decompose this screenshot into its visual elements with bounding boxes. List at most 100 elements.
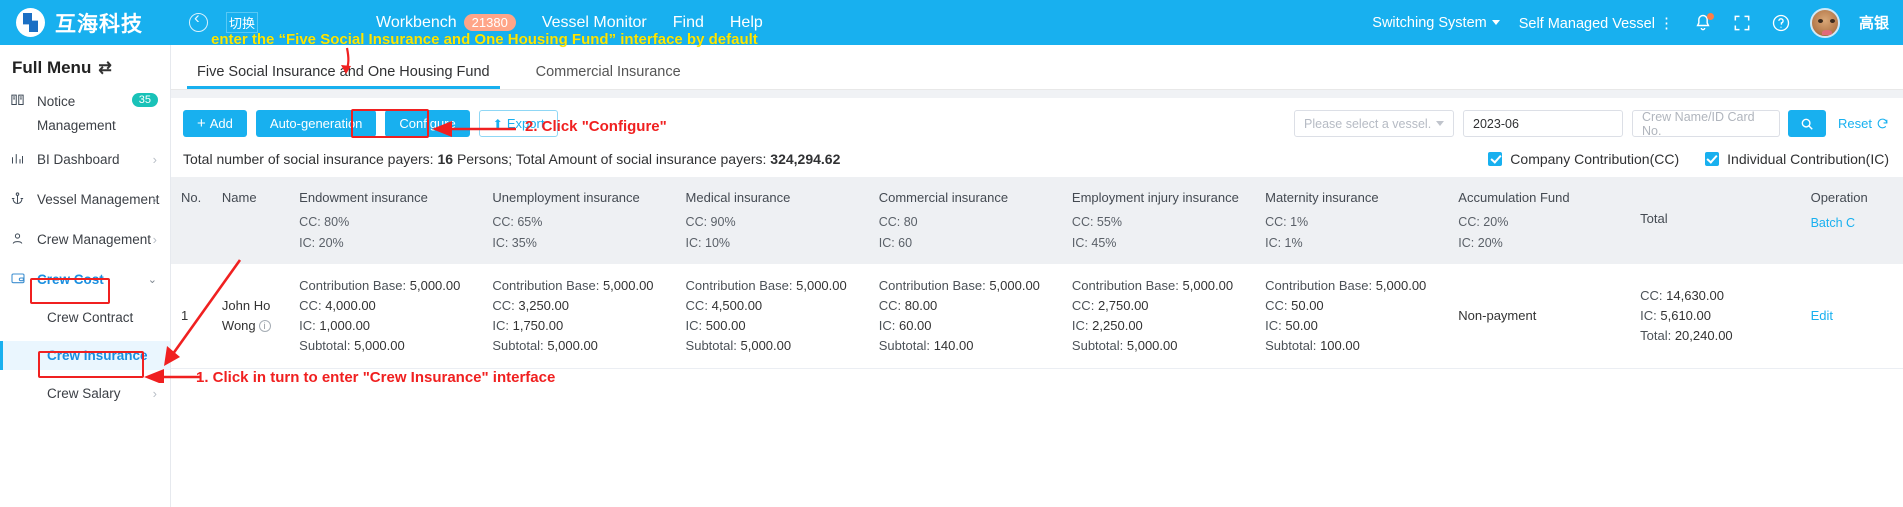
tab-commercial-insurance[interactable]: Commercial Insurance [532,64,685,89]
batch-configure-link[interactable]: Batch C [1811,216,1855,230]
summary-bar: Total number of social insurance payers:… [171,137,1903,177]
avatar[interactable] [1809,7,1840,38]
col-maternity-ic: IC: 1% [1265,236,1303,250]
brand-logo[interactable]: 互海科技 [16,8,143,38]
col-injury-ic: IC: 45% [1071,236,1117,250]
col-operation: Operation Batch C [1801,177,1903,264]
sidebar-item-crew-management[interactable]: Crew Management › [0,225,170,254]
col-fund-ic: IC: 20% [1458,236,1503,250]
sidebar-item-crew-contract[interactable]: Crew Contract [0,303,170,332]
back-arrow-icon[interactable] [189,8,208,32]
vessel-select[interactable]: Please select a vessel. [1294,110,1455,137]
logo-icon [16,8,45,37]
edit-link[interactable]: Edit [1811,308,1833,323]
date-input[interactable]: 2023-06 [1463,110,1624,137]
app-root: 互海科技 切换 Workbench 21380 Vessel Monitor Fi… [0,0,1903,507]
toolbar: + Add Auto-generation Configure ⬆ Export… [171,98,1903,138]
sidebar-label-crew-contract: Crew Contract [47,310,134,325]
anchor-icon [10,191,30,209]
tab-five-social-insurance[interactable]: Five Social Insurance and One Housing Fu… [187,64,500,89]
col-endowment: Endowment insurance CC: 80% IC: 20% [289,177,482,264]
full-menu-label: Full Menu [12,58,92,77]
col-maternity-cc: CC: 1% [1265,215,1309,229]
switching-system-button[interactable]: Switching System [1372,14,1500,31]
sidebar-label-bi-dashboard: BI Dashboard [37,152,120,167]
brand-name: 互海科技 [55,11,143,36]
export-button-label: Export [506,116,545,131]
chevron-down-icon [1436,121,1445,126]
col-medical-label: Medical insurance [685,190,791,205]
reset-button[interactable]: Reset [1838,116,1889,131]
add-button[interactable]: + Add [183,110,247,137]
col-accumulation-fund: Accumulation Fund CC: 20% IC: 20% [1448,177,1630,264]
medical-cc-value: 4,500.00 [711,298,763,313]
sidebar-item-crew-insurance[interactable]: Crew Insurance [0,341,170,370]
medical-subtotal-label: Subtotal: [685,338,737,353]
cell-total: CC: 14,630.00 IC: 5,610.00 Total: 20,240… [1630,264,1800,369]
col-name: Name [212,177,289,264]
swap-icon[interactable]: ⇄ [98,58,111,78]
notification-bell-icon[interactable] [1693,12,1714,33]
col-medical-cc: CC: 90% [685,215,736,229]
total-cc-value: 14,630.00 [1666,288,1724,303]
sidebar-label-crew-salary: Crew Salary [47,386,121,401]
switching-system-label: Switching System [1372,14,1487,31]
help-circle-icon[interactable] [1771,13,1791,33]
commercial-ic-label: IC: [878,318,896,333]
chevron-right-icon: › [152,152,157,167]
auto-generation-button[interactable]: Auto-generation [255,110,377,137]
sidebar-item-bi-dashboard[interactable]: BI Dashboard › [0,145,170,174]
endowment-subtotal-label: Subtotal: [299,338,351,353]
chevron-down-icon [1491,20,1500,26]
chevron-right-icon: › [152,386,157,401]
sidebar-item-crew-cost[interactable]: Crew Cost ⌄ [0,265,170,294]
col-unemployment-label: Unemployment insurance [492,190,640,205]
col-endowment-label: Endowment insurance [299,190,428,205]
nav-item-find[interactable]: Find [673,14,704,32]
injury-base-label: Contribution Base: [1071,278,1179,293]
sidebar-item-vessel-management[interactable]: Vessel Management › [0,185,170,214]
medical-subtotal-value: 5,000.00 [740,338,792,353]
fullscreen-icon[interactable] [1732,13,1752,33]
maternity-ic-label: IC: [1265,318,1282,333]
commercial-subtotal-value: 140.00 [933,338,974,353]
export-button[interactable]: ⬆ Export [478,110,559,137]
sidebar-item-notice-management[interactable]: Notice 35 [0,88,170,114]
individual-contribution-checkbox[interactable]: Individual Contribution(IC) [1705,151,1889,167]
cell-commercial: Contribution Base: 5,000.00 CC: 80.00 IC… [869,264,1062,369]
endowment-subtotal-value: 5,000.00 [354,338,405,353]
col-no: No. [171,177,212,264]
more-options-icon[interactable]: ⋮ [1659,15,1674,32]
nav-item-help[interactable]: Help [730,14,763,32]
plus-icon: + [197,115,206,132]
info-icon[interactable]: i [258,320,271,332]
crew-search-input[interactable]: Crew Name/ID Card No. [1632,110,1781,138]
total-ic-label: IC: [1640,308,1657,323]
workbench-badge: 21380 [463,13,516,31]
checkbox-checked-icon [1705,152,1720,166]
unemployment-cc-label: CC: [492,298,515,313]
injury-subtotal-value: 5,000.00 [1126,338,1178,353]
configure-button[interactable]: Configure [385,110,470,137]
upload-icon: ⬆ [492,116,503,131]
search-button[interactable] [1788,110,1827,137]
nav-item-vessel-monitor[interactable]: Vessel Monitor [542,14,647,32]
nav-item-workbench[interactable]: Workbench 21380 [376,13,516,32]
injury-ic-label: IC: [1071,318,1089,333]
company-contribution-label: Company Contribution(CC) [1510,151,1680,167]
top-navigation-bar: 互海科技 切换 Workbench 21380 Vessel Monitor Fi… [0,0,1903,45]
sidebar-item-crew-salary[interactable]: Crew Salary › [0,379,170,408]
self-managed-vessel-button[interactable]: Self Managed Vessel ⋮ [1519,14,1674,32]
col-fund-cc: CC: 20% [1458,215,1509,229]
full-menu-header[interactable]: Full Menu ⇄ [0,45,170,88]
table-header-row: No. Name Endowment insurance CC: 80% IC:… [171,177,1903,264]
company-contribution-checkbox[interactable]: Company Contribution(CC) [1488,151,1679,167]
summary-amount: 324,294.62 [770,151,841,167]
commercial-cc-label: CC: [878,298,902,313]
col-commercial: Commercial insurance CC: 80 IC: 60 [869,177,1062,264]
maternity-ic-value: 50.00 [1285,318,1318,333]
checkbox-checked-icon [1488,152,1503,166]
col-injury: Employment injury insurance CC: 55% IC: … [1062,177,1255,264]
col-commercial-cc: CC: 80 [878,215,918,229]
switch-button[interactable]: 切换 [226,12,259,33]
